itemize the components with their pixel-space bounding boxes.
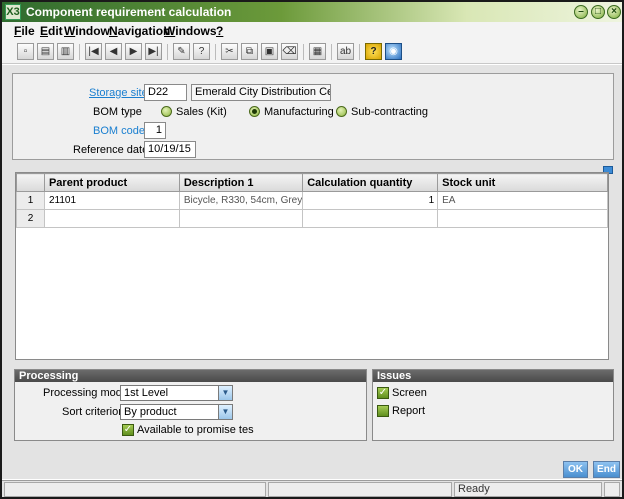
storage-site-name-field: Emerald City Distribution Center	[191, 84, 331, 101]
processing-header: Processing	[15, 370, 366, 382]
row-number: 2	[16, 209, 45, 228]
reference-date-field[interactable]: 10/19/15	[144, 141, 196, 158]
toolbar-separator	[215, 44, 216, 60]
cut-icon[interactable]: ✂	[221, 43, 238, 60]
status-cell-grip	[604, 482, 620, 497]
menu-edit[interactable]: Edit	[40, 24, 63, 38]
bom-type-label: BOM type	[93, 106, 142, 118]
bom-type-manufacturing-label: Manufacturing	[264, 106, 334, 118]
client-area: Storage site D22 Emerald City Distributi…	[2, 65, 622, 479]
globe-icon[interactable]: ◉	[385, 43, 402, 60]
print-icon[interactable]: ▤	[37, 43, 54, 60]
window-title: Component requirement calculation	[26, 5, 232, 19]
end-button[interactable]: End	[593, 461, 620, 478]
previous-record-icon[interactable]: ◀	[105, 43, 122, 60]
text-field-icon[interactable]: ab	[337, 43, 354, 60]
menu-help[interactable]: ?	[216, 24, 223, 38]
copy-icon[interactable]: ⧉	[241, 43, 258, 60]
processing-group: Processing Processing mode 1st Level ▼ S…	[14, 369, 367, 441]
toolbar-separator	[167, 44, 168, 60]
toolbar-separator	[79, 44, 80, 60]
last-record-icon[interactable]: ▶|	[145, 43, 162, 60]
calculator-icon[interactable]: ▦	[309, 43, 326, 60]
stock-unit-cell: EA	[437, 191, 608, 210]
screen-checkbox[interactable]: ✓	[377, 387, 389, 399]
menu-window[interactable]: Window	[64, 24, 110, 38]
toolbar-separator	[331, 44, 332, 60]
processing-mode-label: Processing mode	[43, 387, 128, 399]
bom-type-sales-kit-radio[interactable]	[161, 106, 172, 117]
grid-rownum-header	[16, 173, 45, 192]
bom-type-subcontracting-radio[interactable]	[336, 106, 347, 117]
status-cell-info	[268, 482, 452, 497]
toolbar-separator	[303, 44, 304, 60]
description-cell	[178, 209, 304, 228]
toolbar-separator	[359, 44, 360, 60]
first-record-icon[interactable]: |◀	[85, 43, 102, 60]
report-checkbox[interactable]	[377, 405, 389, 417]
sort-criterion-label: Sort criterion	[62, 406, 125, 418]
row-number: 1	[16, 191, 45, 210]
maximize-icon[interactable]: □	[591, 5, 605, 19]
table-row[interactable]: 1 21101 Bicycle, R330, 54cm, Grey 1 EA	[16, 191, 608, 210]
chevron-down-icon[interactable]: ▼	[218, 386, 232, 400]
processing-mode-select[interactable]: 1st Level ▼	[120, 385, 233, 401]
description-cell: Bicycle, R330, 54cm, Grey	[178, 191, 304, 210]
bom-type-sales-kit-label: Sales (Kit)	[176, 106, 227, 118]
paste-icon[interactable]: ▣	[261, 43, 278, 60]
app-logo-icon: X3	[5, 4, 21, 20]
screen-label: Screen	[392, 387, 427, 399]
component-grid: Parent product Description 1 Calculation…	[15, 172, 609, 360]
table-row[interactable]: 2	[16, 209, 608, 228]
minimize-icon[interactable]: –	[574, 5, 588, 19]
help-circle-icon[interactable]: ?	[193, 43, 210, 60]
chevron-down-icon[interactable]: ▼	[218, 405, 232, 419]
sort-criterion-value: By product	[124, 406, 177, 418]
menu-bar: File Edit Window Navigation Windows ?	[2, 22, 622, 40]
menu-windows[interactable]: Windows	[164, 24, 217, 38]
next-record-icon[interactable]: ▶	[125, 43, 142, 60]
storage-site-code-field[interactable]: D22	[144, 84, 187, 101]
ok-button[interactable]: OK	[563, 461, 588, 478]
close-icon[interactable]: ×	[607, 5, 621, 19]
bom-type-subcontracting-label: Sub-contracting	[351, 106, 429, 118]
parent-product-cell[interactable]: 21101	[43, 191, 180, 210]
grid-header-row: Parent product Description 1 Calculation…	[16, 173, 608, 192]
calculation-quantity-cell[interactable]	[302, 209, 439, 228]
issues-group: Issues ✓ Screen Report	[372, 369, 614, 441]
menu-navigation[interactable]: Navigation	[109, 24, 170, 38]
status-cell-message	[4, 482, 266, 497]
processing-mode-value: 1st Level	[124, 387, 169, 399]
bom-type-manufacturing-radio[interactable]	[249, 106, 260, 117]
application-window: X3 Component requirement calculation – □…	[0, 0, 624, 499]
stock-unit-cell	[437, 209, 608, 228]
storage-site-link[interactable]: Storage site	[89, 87, 148, 99]
status-bar: Ready	[2, 480, 622, 497]
toolbar: ▫ ▤ ▥ |◀ ◀ ▶ ▶| ✎ ? ✂ ⧉ ▣ ⌫ ▦ ab ? ◉	[2, 40, 622, 64]
bom-code-label: BOM code	[93, 125, 145, 137]
clear-icon[interactable]: ⌫	[281, 43, 298, 60]
column-header-parent-product[interactable]: Parent product	[43, 173, 180, 192]
status-ready: Ready	[454, 482, 602, 497]
help-icon[interactable]: ?	[365, 43, 382, 60]
column-header-description[interactable]: Description 1	[178, 173, 304, 192]
new-document-icon[interactable]: ▫	[17, 43, 34, 60]
criteria-panel: Storage site D22 Emerald City Distributi…	[12, 73, 614, 160]
attachment-icon[interactable]: ✎	[173, 43, 190, 60]
report-label: Report	[392, 405, 426, 417]
column-header-stock-unit[interactable]: Stock unit	[437, 173, 608, 192]
column-header-calculation-quantity[interactable]: Calculation quantity	[302, 173, 439, 192]
available-to-promise-label: Available to promise tes	[137, 424, 254, 436]
available-to-promise-checkbox[interactable]: ✓	[122, 424, 134, 436]
menu-file[interactable]: File	[14, 24, 35, 38]
print-preview-icon[interactable]: ▥	[57, 43, 74, 60]
issues-header: Issues	[373, 370, 613, 382]
bom-code-field[interactable]: 1	[144, 122, 166, 139]
parent-product-cell[interactable]	[43, 209, 180, 228]
reference-date-label: Reference date	[73, 144, 149, 156]
calculation-quantity-cell[interactable]: 1	[302, 191, 439, 210]
title-bar[interactable]: X3 Component requirement calculation – □…	[2, 2, 622, 22]
sort-criterion-select[interactable]: By product ▼	[120, 404, 233, 420]
